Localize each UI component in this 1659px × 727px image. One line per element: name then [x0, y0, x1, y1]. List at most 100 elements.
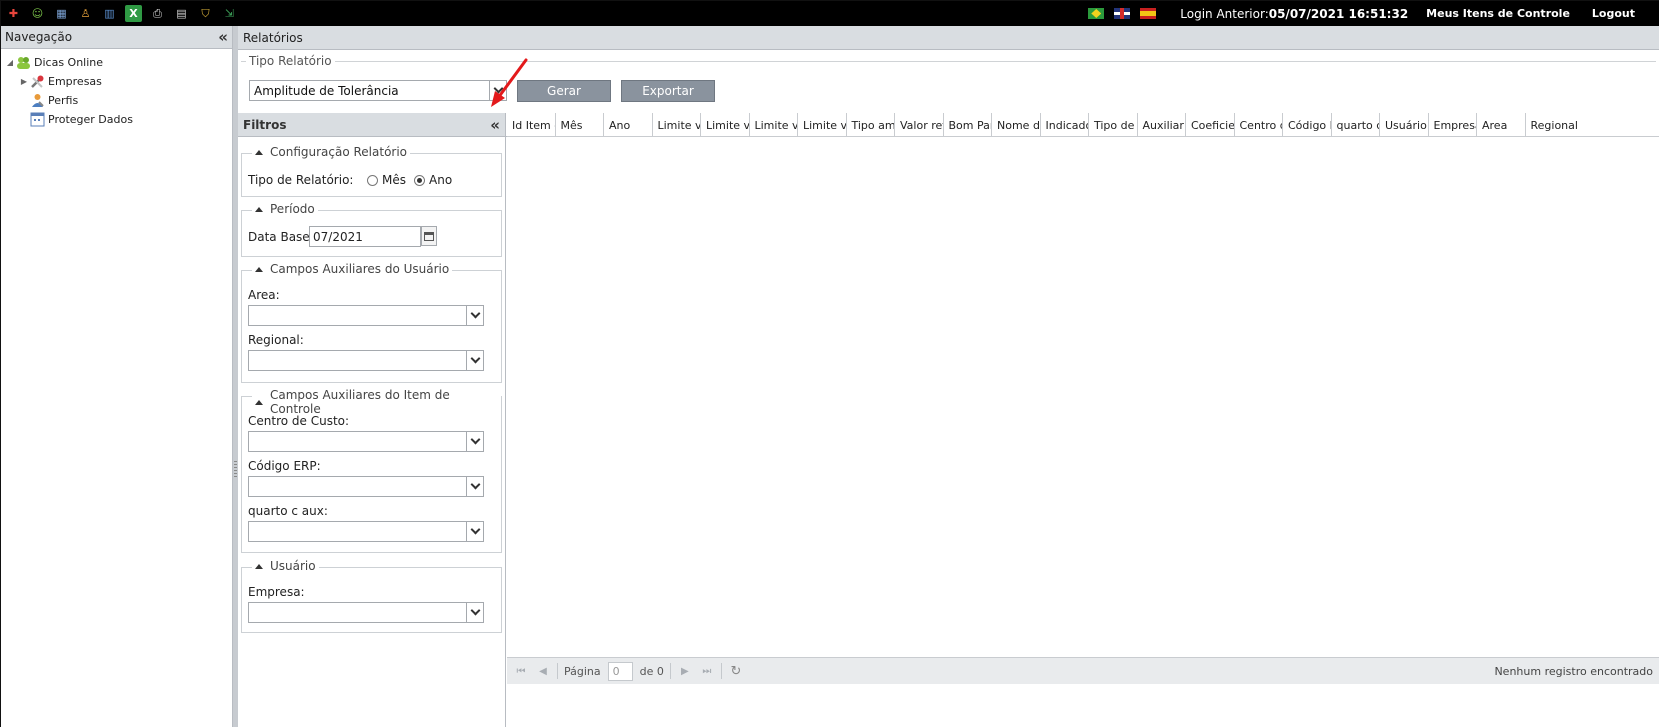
campos-aux-usuario-legend[interactable]: Campos Auxiliares do Usuário [252, 262, 453, 276]
topbar-right: Login Anterior: 05/07/2021 16:51:32 Meus… [1088, 1, 1659, 26]
reports-title: Relatórios [243, 30, 303, 45]
regional-select[interactable] [248, 350, 484, 371]
column-header[interactable]: Limite ve [798, 113, 847, 137]
page-input[interactable]: 0 [607, 661, 633, 681]
expanded-arrow-icon[interactable]: ◢ [5, 58, 15, 67]
prev-page-icon[interactable]: ◀ [535, 663, 551, 679]
column-header[interactable]: Coeficien [1186, 113, 1235, 137]
tree-item-dicas-online[interactable]: ◢ Dicas Online [1, 53, 232, 72]
column-header[interactable]: Auxiliar [1138, 113, 1186, 137]
report-grid: Id Item d Mês Ano Limite ve Limite ve Li… [507, 113, 1659, 727]
chart-icon[interactable]: ▥ [101, 5, 118, 22]
logout-link[interactable]: Logout [1592, 7, 1635, 20]
last-page-icon[interactable]: ⏭ [699, 663, 715, 679]
periodo-legend[interactable]: Período [252, 202, 318, 216]
collapse-triangle-icon[interactable] [255, 563, 263, 569]
centro-custo-select[interactable] [248, 431, 484, 452]
tree-item-perfis[interactable]: Perfis [1, 91, 232, 110]
column-header[interactable]: Mês [556, 113, 604, 137]
meus-itens-link[interactable]: Meus Itens de Controle [1426, 7, 1570, 20]
tools-icon [30, 74, 45, 89]
empresa-select[interactable] [248, 602, 484, 623]
printer-icon[interactable]: ⎙ [149, 5, 166, 22]
codigo-erp-select[interactable] [248, 476, 484, 497]
column-header[interactable]: Regional [1526, 113, 1581, 137]
next-page-icon[interactable]: ▶ [677, 663, 693, 679]
chevron-down-icon[interactable] [466, 477, 483, 496]
chevron-down-icon[interactable] [466, 432, 483, 451]
column-header[interactable]: Centro de [1235, 113, 1283, 137]
report-type-value: Amplitude de Tolerância [254, 83, 399, 98]
tree-item-empresas[interactable]: ▶ Empresas [1, 72, 232, 91]
toolbar: ✚ ☺ ▦ ♙ ▥ X ⎙ ▤ ⛉ ⇲ [5, 5, 238, 22]
quarto-aux-select[interactable] [248, 521, 484, 542]
filters-title: Filtros [243, 117, 287, 132]
splitter-grip-icon[interactable] [234, 461, 237, 477]
column-header[interactable]: Indicador [1041, 113, 1089, 137]
user-tools-icon[interactable]: ♙ [77, 5, 94, 22]
collapsed-arrow-icon[interactable]: ▶ [19, 77, 29, 86]
export-icon[interactable]: ⇲ [221, 5, 238, 22]
first-page-icon[interactable]: ⏮ [513, 663, 529, 679]
shield-icon[interactable]: ⛉ [197, 5, 214, 22]
calendar-icon[interactable]: ▦ [53, 5, 70, 22]
collapse-filters-icon[interactable]: « [490, 117, 500, 132]
navigation-panel: Navegação « ◢ Dicas Online ▶ Empresas Pe… [1, 26, 233, 727]
chevron-down-icon[interactable] [466, 351, 483, 370]
data-base-input[interactable]: 07/2021 [309, 226, 421, 247]
column-header[interactable]: Usuário [1380, 113, 1429, 137]
collapse-triangle-icon[interactable] [255, 206, 263, 212]
radio-mes[interactable] [367, 175, 378, 186]
collapse-triangle-icon[interactable] [255, 266, 263, 272]
tree-item-proteger-dados[interactable]: Proteger Dados [1, 110, 232, 129]
usuario-legend[interactable]: Usuário [252, 559, 319, 573]
column-header[interactable]: Valor refe [895, 113, 944, 137]
exportar-button[interactable]: Exportar [621, 80, 715, 102]
column-header[interactable]: Id Item d [507, 113, 556, 137]
config-relatorio-legend[interactable]: Configuração Relatório [252, 145, 411, 159]
radio-mes-label[interactable]: Mês [382, 173, 406, 187]
tree-item-label: Dicas Online [34, 56, 104, 69]
column-header[interactable]: quarto c [1332, 113, 1380, 137]
refresh-icon[interactable]: ↻ [728, 663, 744, 679]
column-header[interactable]: Ano [604, 113, 653, 137]
campos-aux-item-legend[interactable]: Campos Auxiliares do Item de Controle [252, 388, 501, 416]
brazil-flag-icon[interactable] [1088, 8, 1105, 19]
book-icon[interactable]: ▤ [173, 5, 190, 22]
chevron-down-icon[interactable] [466, 306, 483, 325]
pager-status: Nenhum registro encontrado [1494, 665, 1653, 678]
collapse-nav-icon[interactable]: « [218, 30, 228, 45]
column-header[interactable]: Limite ve [750, 113, 798, 137]
radio-ano-label[interactable]: Ano [429, 173, 452, 187]
red-arrow-annotation [491, 58, 528, 107]
column-header[interactable]: Empresa [1429, 113, 1477, 137]
page-label: Página [564, 664, 601, 678]
chevron-down-icon[interactable] [466, 522, 483, 541]
column-header[interactable]: Tipo de it [1089, 113, 1138, 137]
column-header[interactable]: Limite ve [653, 113, 701, 137]
legend-text: Configuração Relatório [270, 145, 408, 159]
collapse-triangle-icon[interactable] [255, 399, 263, 405]
calendar-picker-icon[interactable] [421, 226, 437, 246]
column-header[interactable]: Nome do [992, 113, 1041, 137]
wrench-icon[interactable]: ✚ [5, 5, 22, 22]
column-header[interactable]: Area [1477, 113, 1526, 137]
codigo-erp-label: Código ERP: [248, 459, 321, 473]
uk-flag-icon[interactable] [1114, 8, 1131, 19]
area-select[interactable] [248, 305, 484, 326]
column-header[interactable]: Bom Para [944, 113, 992, 137]
nav-tree: ◢ Dicas Online ▶ Empresas Perfis Protege… [1, 49, 232, 129]
spain-flag-icon[interactable] [1140, 8, 1157, 19]
users-icon[interactable]: ☺ [29, 5, 46, 22]
column-header[interactable]: Limite ve [701, 113, 750, 137]
column-header[interactable]: Código E [1283, 113, 1332, 137]
column-header[interactable]: Tipo amp [847, 113, 895, 137]
report-type-select[interactable]: Amplitude de Tolerância [249, 80, 507, 101]
collapse-triangle-icon[interactable] [255, 149, 263, 155]
calendar-grid-icon [30, 112, 45, 127]
excel-icon[interactable]: X [125, 5, 142, 22]
app-window: ✚ ☺ ▦ ♙ ▥ X ⎙ ▤ ⛉ ⇲ Login Anterior: 05/0… [0, 0, 1659, 727]
chevron-down-icon[interactable] [466, 603, 483, 622]
tree-item-label: Empresas [48, 75, 102, 88]
radio-ano[interactable] [414, 175, 425, 186]
